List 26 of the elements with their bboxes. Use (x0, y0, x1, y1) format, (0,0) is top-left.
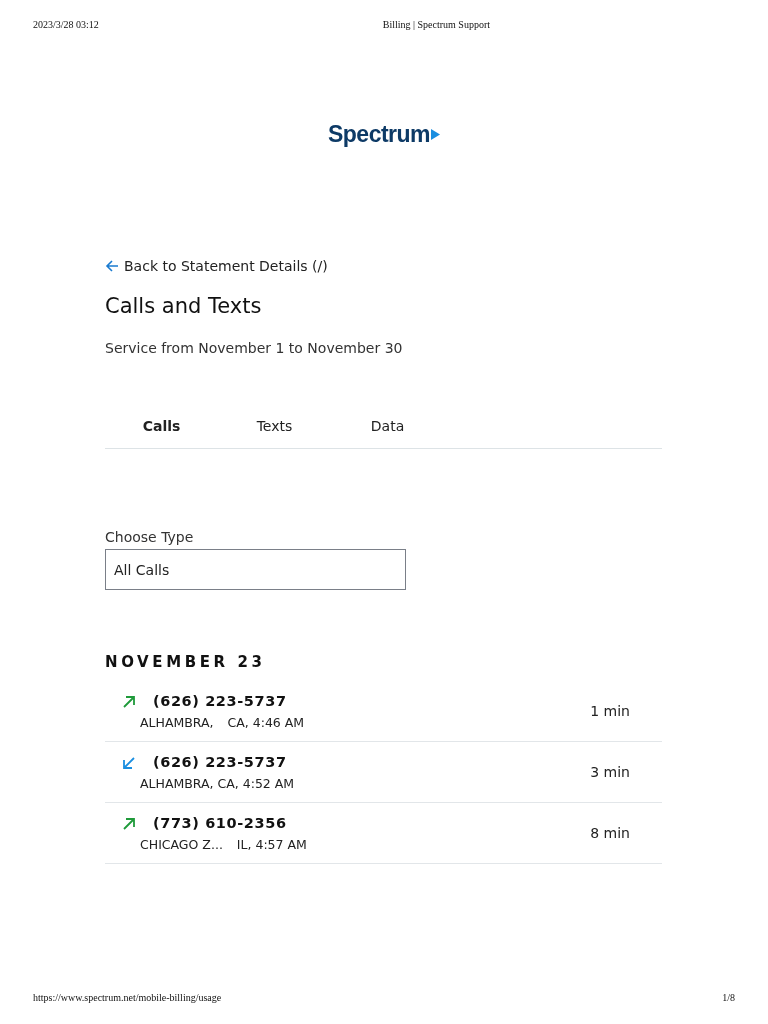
call-location: ALHAMBRA, (140, 714, 214, 730)
field-label: Choose Type (105, 529, 195, 545)
tab[interactable]: Calls (105, 418, 218, 434)
tab[interactable]: Data (331, 418, 444, 434)
print-date: 2023/3/28 03:12 (33, 19, 99, 30)
service-period: Service from November 1 to November 30 (105, 340, 404, 356)
phone-number: (626) 223-5737 (153, 753, 288, 770)
call-location: CHICAGO Z... (140, 836, 223, 852)
call-location: IL, 4:57 AM (236, 836, 307, 852)
page-url: https://www.spectrum.net/mobile-billing/usage (33, 992, 222, 1003)
call-location: CA, 4:46 AM (227, 714, 305, 730)
date-heading: NOVEMBER 23 (105, 653, 267, 671)
type-select[interactable]: All Calls (105, 549, 406, 590)
page-heading: Calls and Texts (105, 294, 263, 318)
back-arrow-icon (105, 259, 119, 273)
phone-number: (773) 610-2356 (153, 814, 288, 831)
page-title: Billing | Spectrum Support (382, 19, 490, 30)
logo-text: Spectrum (327, 121, 431, 148)
phone-number: (626) 223-5737 (153, 692, 288, 709)
tab[interactable]: Texts (218, 418, 331, 434)
call-location: ALHAMBRA, CA, 4:52 AM (140, 775, 295, 791)
call-duration: 8 min (590, 825, 630, 841)
call-duration: 3 min (590, 764, 630, 780)
call-duration: 1 min (590, 703, 630, 719)
page-number: 1/8 (722, 992, 735, 1003)
play-triangle-icon (431, 129, 441, 140)
